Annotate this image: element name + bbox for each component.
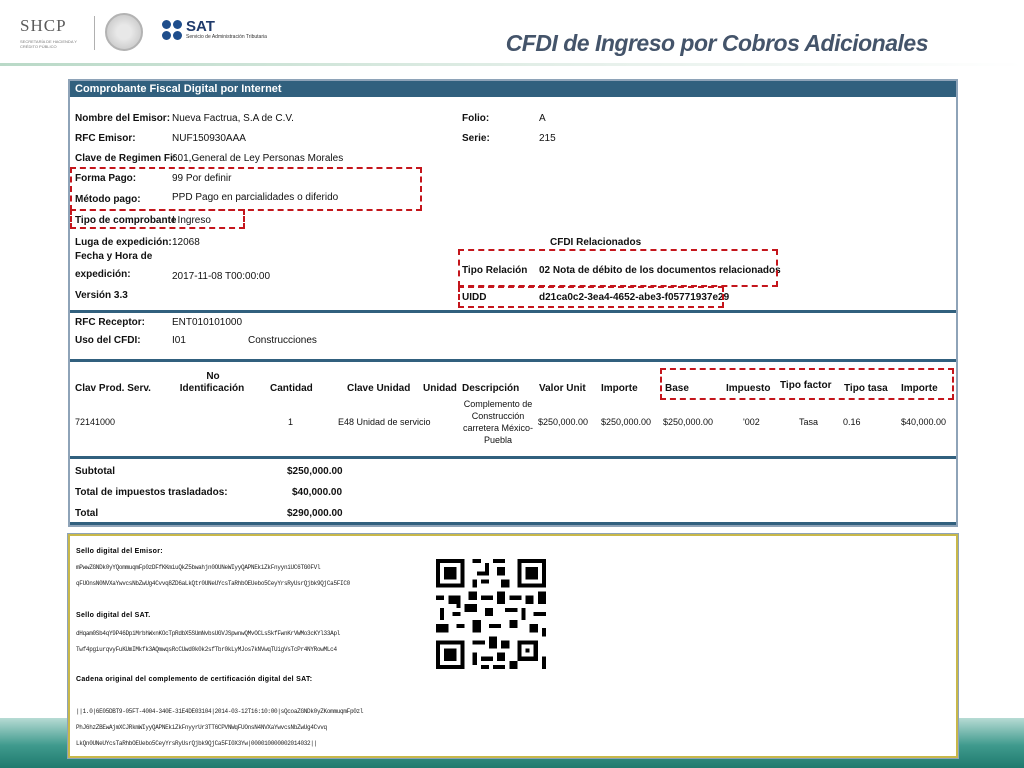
tipo-relacion-highlight <box>458 249 778 287</box>
row-impuesto: '002 <box>743 417 760 427</box>
uso-cfdi-code: I01 <box>172 335 186 346</box>
sello-emisor-line-1: mPwwZGNDk0yYQommuqmFp0zDFfKKmiuQkZ5bwahj… <box>76 564 321 571</box>
tipo-comprobante-highlight <box>70 209 245 229</box>
folio-value: A <box>539 113 546 124</box>
col-descripcion: Descripción <box>462 383 520 394</box>
row-descripcion-1: Complemento de <box>463 399 533 409</box>
invoice-header: Comprobante Fiscal Digital por Internet <box>70 81 956 97</box>
section-separator <box>70 359 956 362</box>
section-separator <box>70 522 956 525</box>
row-cantidad: 1 <box>288 417 294 427</box>
sello-emisor-label: Sello digital del Emisor: <box>76 548 163 555</box>
impuestos-label: Total de impuestos trasladados: <box>75 487 228 498</box>
col-clav-prod: Clav Prod. Serv. <box>75 383 151 394</box>
version-label: Versión 3.3 <box>75 290 128 301</box>
payment-highlight <box>70 167 422 211</box>
col-no-ident-2: Identificación <box>179 383 245 394</box>
slide-title: CFDI de Ingreso por Cobros Adicionales <box>505 30 929 56</box>
shcp-subtitle: SECRETARÍA DE HACIENDA Y CRÉDITO PÚBLICO <box>20 39 77 49</box>
col-clave-unidad: Clave Unidad <box>347 383 411 394</box>
cadena-line-2: PhJ6hzZBEwAjmXCJRkmWIyyQAPNEkiZkFnyyrUr3… <box>76 724 327 731</box>
rfc-emisor-label: RFC Emisor: <box>75 133 136 144</box>
regimen-value: 601,General de Ley Personas Morales <box>172 153 344 164</box>
fecha-label: Fecha y Hora de <box>75 251 153 262</box>
row-descripcion-4: Puebla <box>483 435 513 445</box>
sello-emisor-line-2: qFUOnsN0NVXaYwvcsNbZwUg4Cvvq8ZD6aLkQtr0U… <box>76 580 350 587</box>
sat-logo: SAT Servicio de Administración Tributari… <box>162 18 267 40</box>
sello-sat-line-1: dHqam0Sb4qY9P46DpiMrbhWxnKOcTpRdbX5SUmNv… <box>76 630 341 637</box>
emisor-label: Nombre del Emisor: <box>75 113 171 124</box>
cadena-label: Cadena original del complemento de certi… <box>76 676 313 683</box>
relacionados-title: CFDI Relacionados <box>550 237 642 248</box>
row-clav-prod: 72141000 <box>75 417 116 427</box>
section-separator <box>70 310 956 313</box>
sello-sat-line-2: Twf4pgiurqvyFuKUmIMkfk3AQmwqsRcCUwd0k0k2… <box>76 646 337 653</box>
shcp-title: SHCP <box>20 16 67 35</box>
impuestos-value: $40,000.00 <box>292 487 343 498</box>
emisor-value: Nueva Factrua, S.A de C.V. <box>172 113 294 124</box>
sat-name: SAT <box>186 18 215 35</box>
row-descripcion-3: carretera México- <box>462 423 534 433</box>
uso-cfdi-value: Construcciones <box>248 335 317 346</box>
serie-label: Serie: <box>462 133 490 144</box>
col-importe: Importe <box>601 383 638 394</box>
total-value: $290,000.00 <box>287 508 343 519</box>
fecha-label-2: expedición: <box>75 269 131 280</box>
cadena-line-1: ||1.0|6E05DBT9-05FT-4004-340E-31E4DE0310… <box>76 708 364 715</box>
lugar-label: Luga de expedición: <box>75 237 172 248</box>
invoice-panel: Comprobante Fiscal Digital por Internet … <box>68 79 958 527</box>
section-separator <box>70 456 956 459</box>
qr-code-icon <box>432 555 550 673</box>
rfc-emisor-value: NUF150930AAA <box>172 133 246 144</box>
row-valor-unit: $250,000.00 <box>538 417 589 427</box>
col-cantidad: Cantidad <box>270 383 313 394</box>
sello-sat-label: Sello digital del SAT. <box>76 612 151 619</box>
seals-panel: Sello digital del Emisor: mPwwZGNDk0yYQo… <box>68 534 958 758</box>
col-no-ident-1: No <box>206 371 220 382</box>
cadena-line-3: LkQn0UNeUYcsTaRhbOEUebo5CeyYrsRyUsrQjbk9… <box>76 740 317 747</box>
lugar-value: 12068 <box>172 237 200 248</box>
rfc-receptor-value: ENT010101000 <box>172 317 243 328</box>
fecha-value: 2017-11-08 T00:00:00 <box>172 271 271 282</box>
regimen-label: Clave de Regimen Fi: <box>75 153 177 164</box>
shcp-logo: SHCP SECRETARÍA DE HACIENDA Y CRÉDITO PÚ… <box>20 16 90 49</box>
sat-subtitle: Servicio de Administración Tributaria <box>186 34 267 40</box>
row-descripcion-2: Construcción <box>471 411 525 421</box>
slide-header: SHCP SECRETARÍA DE HACIENDA Y CRÉDITO PÚ… <box>0 0 1024 66</box>
header-rule <box>0 63 1024 66</box>
row-importe: $250,000.00 <box>601 417 652 427</box>
rfc-receptor-label: RFC Receptor: <box>75 317 146 328</box>
row-importe-2: $40,000.00 <box>901 417 947 427</box>
serie-value: 215 <box>539 133 556 144</box>
tax-columns-highlight <box>660 368 954 400</box>
uuid-highlight <box>458 286 724 308</box>
col-valor-unit: Valor Unit <box>539 383 586 394</box>
row-tipo-tasa: 0.16 <box>843 417 861 427</box>
coat-of-arms-icon <box>105 13 143 51</box>
logo-divider <box>94 16 95 50</box>
sat-mark-icon <box>162 20 182 40</box>
subtotal-label: Subtotal <box>75 466 115 477</box>
subtotal-value: $250,000.00 <box>287 466 343 477</box>
total-label: Total <box>75 508 99 519</box>
row-tipo-factor: Tasa <box>799 417 819 427</box>
folio-label: Folio: <box>462 113 490 124</box>
uso-cfdi-label: Uso del CFDI: <box>75 335 141 346</box>
row-clave-unidad: E48 Unidad de servicio <box>338 417 431 427</box>
col-unidad: Unidad <box>423 383 457 394</box>
row-base: $250,000.00 <box>663 417 714 427</box>
